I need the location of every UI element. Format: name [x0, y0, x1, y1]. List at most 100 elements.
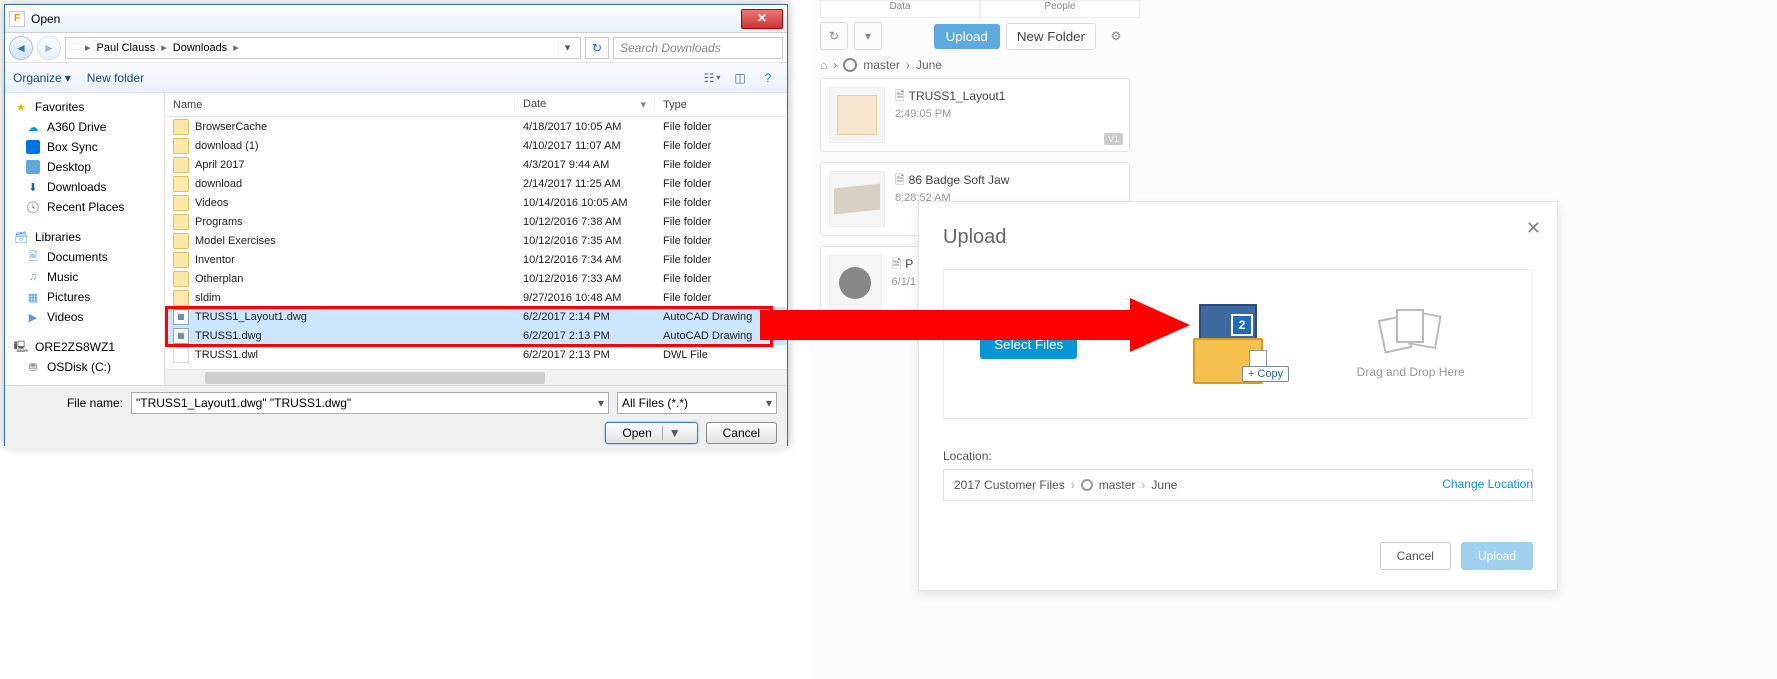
file-type: AutoCAD Drawing: [655, 330, 787, 342]
card-title: 🗎86 Badge Soft Jaw: [895, 171, 1009, 192]
close-icon[interactable]: ✕: [1526, 218, 1541, 239]
star-icon: ★: [13, 99, 29, 115]
file-row[interactable]: download2/14/2017 11:25 AMFile folder: [165, 174, 787, 193]
computer-group[interactable]: 🖳ORE2ZS8WZ1: [5, 337, 164, 357]
file-row[interactable]: BrowserCache4/18/2017 10:05 AMFile folde…: [165, 117, 787, 136]
upload-button[interactable]: Upload: [934, 24, 1000, 49]
file-name: Inventor: [195, 254, 235, 266]
scroll-thumb[interactable]: [205, 372, 545, 384]
sidebar-item[interactable]: Desktop: [5, 157, 164, 177]
crumb-folder[interactable]: Downloads: [171, 42, 229, 54]
address-bar[interactable]: 🗀 ▸ Paul Clauss ▸ Downloads ▸: [65, 37, 581, 59]
search-input[interactable]: Search Downloads: [613, 37, 783, 59]
cloud-icon: ☁: [25, 119, 41, 135]
sidebar-item[interactable]: 🕓Recent Places: [5, 197, 164, 217]
refresh-button[interactable]: ↻: [820, 22, 848, 50]
downloads-icon: ⬇: [25, 179, 41, 195]
tab-data[interactable]: Data: [820, 0, 980, 18]
sidebar-item[interactable]: ▦Pictures: [5, 287, 164, 307]
file-name: download: [195, 178, 242, 190]
sidebar-item[interactable]: ☁A360 Drive: [5, 117, 164, 137]
h-scrollbar[interactable]: [165, 369, 787, 385]
sort-button[interactable]: [854, 22, 882, 50]
sidebar-item[interactable]: ⛃OSDisk (C:): [5, 357, 164, 377]
file-name: Programs: [195, 216, 243, 228]
version-badge: V1: [1104, 133, 1123, 145]
favorites-group[interactable]: ★Favorites: [5, 97, 164, 117]
file-filter[interactable]: All Files (*.*): [617, 392, 777, 414]
preview-pane-button[interactable]: ◫: [729, 68, 751, 88]
dialog-body: ★Favorites ☁A360 Drive Box Sync Desktop …: [5, 93, 787, 385]
file-row[interactable]: ▦TRUSS1.dwg6/2/2017 2:13 PMAutoCAD Drawi…: [165, 326, 787, 345]
crumb-user[interactable]: Paul Clauss: [95, 42, 158, 54]
refresh-button[interactable]: ↻: [585, 37, 609, 59]
dropzone[interactable]: Select Files or 2 + Copy Drag and Drop H…: [943, 269, 1533, 419]
file-name: Videos: [195, 197, 228, 209]
box-icon: [25, 139, 41, 155]
folder-icon: [173, 176, 189, 192]
new-folder-button[interactable]: New folder: [87, 71, 144, 85]
file-row[interactable]: download (1)4/10/2017 11:07 AMFile folde…: [165, 136, 787, 155]
col-name[interactable]: Name: [165, 99, 515, 111]
file-row[interactable]: Otherplan10/12/2016 7:33 AMFile folder: [165, 269, 787, 288]
file-row[interactable]: TRUSS1.dwl6/2/2017 2:13 PMDWL File: [165, 345, 787, 364]
file-date: 10/12/2016 7:33 AM: [515, 273, 655, 285]
file-list[interactable]: BrowserCache4/18/2017 10:05 AMFile folde…: [165, 117, 787, 369]
tab-people[interactable]: People: [980, 0, 1140, 18]
file-row[interactable]: Model Exercises10/12/2016 7:35 AMFile fo…: [165, 231, 787, 250]
folder-icon: [173, 119, 189, 135]
file-row[interactable]: April 20174/3/2017 9:44 AMFile folder: [165, 155, 787, 174]
file-row[interactable]: Videos10/14/2016 10:05 AMFile folder: [165, 193, 787, 212]
library-icon: 🗃: [13, 229, 29, 245]
file-name: download (1): [195, 140, 259, 152]
file-area: Name Date▾ Type BrowserCache4/18/2017 10…: [165, 93, 787, 385]
sidebar-item[interactable]: ▶Videos: [5, 307, 164, 327]
file-row[interactable]: Programs10/12/2016 7:38 AMFile folder: [165, 212, 787, 231]
app-icon: F: [9, 11, 25, 27]
file-type: File folder: [655, 235, 787, 247]
file-date: 9/27/2016 10:48 AM: [515, 292, 655, 304]
file-type: File folder: [655, 159, 787, 171]
sidebar-item[interactable]: ♫Music: [5, 267, 164, 287]
change-location-link[interactable]: Change Location: [1442, 477, 1533, 491]
new-folder-button[interactable]: New Folder: [1006, 23, 1096, 50]
file-row[interactable]: ▦TRUSS1_Layout1.dwg6/2/2017 2:14 PMAutoC…: [165, 307, 787, 326]
settings-icon[interactable]: ⚙: [1102, 22, 1130, 50]
sidebar-item[interactable]: 🗎Documents: [5, 247, 164, 267]
data-card[interactable]: 🗎P6/1/1: [820, 246, 925, 320]
filename-input[interactable]: "TRUSS1_Layout1.dwg" "TRUSS1.dwg": [131, 392, 609, 414]
file-row[interactable]: sldim9/27/2016 10:48 AMFile folder: [165, 288, 787, 307]
crumb-master[interactable]: master: [863, 58, 900, 72]
home-icon[interactable]: ⌂: [820, 58, 827, 72]
address-dropdown[interactable]: [558, 41, 576, 54]
file-row[interactable]: Inventor10/12/2016 7:34 AMFile folder: [165, 250, 787, 269]
column-headers: Name Date▾ Type: [165, 93, 787, 117]
select-files-button[interactable]: Select Files: [980, 330, 1077, 359]
breadcrumb-sep: ▸: [161, 41, 167, 54]
documents-icon: 🗎: [25, 249, 41, 265]
cancel-button[interactable]: Cancel: [1380, 542, 1451, 570]
toolbar: Organize New folder ☷ ◫ ?: [5, 63, 787, 93]
sidebar-item[interactable]: ⬇Downloads: [5, 177, 164, 197]
cancel-button[interactable]: Cancel: [706, 422, 777, 444]
close-button[interactable]: ✕: [741, 9, 783, 29]
organize-menu[interactable]: Organize: [13, 71, 71, 85]
sidebar-item[interactable]: Box Sync: [5, 137, 164, 157]
data-card[interactable]: 🗎TRUSS1_Layout12:49:05 PM V1: [820, 78, 1130, 152]
forward-button[interactable]: ►: [37, 36, 61, 60]
file-type: File folder: [655, 273, 787, 285]
open-button[interactable]: Open▼: [605, 422, 697, 444]
location-label: Location:: [943, 449, 1533, 463]
view-menu[interactable]: ☷: [701, 68, 723, 88]
libraries-group[interactable]: 🗃Libraries: [5, 227, 164, 247]
col-type[interactable]: Type: [655, 99, 787, 111]
back-button[interactable]: ◄: [9, 36, 33, 60]
crumb-folder[interactable]: June: [916, 58, 942, 72]
file-name: April 2017: [195, 159, 245, 171]
card-time: 2:49:05 PM: [895, 108, 1005, 120]
col-date[interactable]: Date▾: [515, 98, 655, 111]
folder-icon: [173, 290, 189, 306]
help-button[interactable]: ?: [757, 68, 779, 88]
upload-submit-button[interactable]: Upload: [1461, 542, 1533, 570]
branch-icon: [843, 58, 857, 72]
